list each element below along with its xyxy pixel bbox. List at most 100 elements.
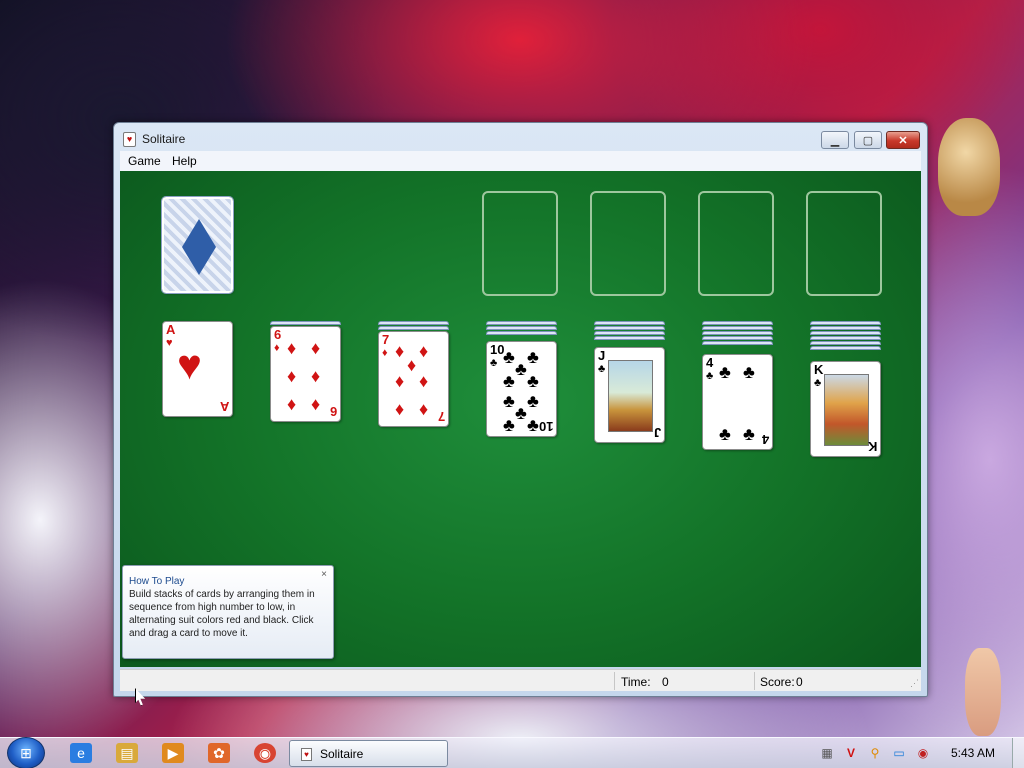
media-player-glyph: ▶: [167, 744, 179, 761]
tray-antivirus-icon[interactable]: V: [843, 746, 859, 760]
card-suit-icon: ♣: [598, 363, 606, 375]
club-icon: ♣: [503, 391, 515, 411]
status-divider: [614, 672, 615, 690]
menu-game[interactable]: Game: [128, 154, 161, 168]
show-desktop-button[interactable]: [1012, 738, 1024, 768]
tableau-card-seven-diamonds[interactable]: 7 ♦ ♦ ♦ ♦ ♦ ♦ ♦ ♦ 7: [378, 331, 449, 427]
close-button[interactable]: ✕: [886, 131, 920, 149]
tableau-card-six-diamonds[interactable]: 6 ♦ ♦ ♦ ♦ ♦ ♦ ♦ 6: [270, 326, 341, 422]
status-divider: [754, 672, 755, 690]
tableau-card-ten-clubs[interactable]: 10 ♣ ♣ ♣ ♣ ♣ ♣ ♣ ♣ ♣ ♣ ♣ 10: [486, 341, 557, 437]
face-down-card: [702, 326, 773, 330]
start-button[interactable]: ⊞: [7, 737, 45, 768]
diamond-icon: ♦: [395, 371, 405, 391]
foundation-slot[interactable]: [590, 191, 666, 296]
face-down-card: [270, 321, 341, 325]
face-down-card: [594, 326, 665, 330]
diamond-icon: ♦: [419, 371, 429, 391]
tableau-card-jack-clubs[interactable]: J ♣ J: [594, 347, 665, 443]
tip-title: How To Play: [129, 576, 185, 587]
face-down-card: [486, 326, 557, 330]
file-explorer-icon[interactable]: ▤: [116, 743, 138, 763]
card-rank: 6: [274, 327, 282, 342]
card-rank: 4: [706, 355, 714, 370]
face-down-card: [702, 331, 773, 335]
card-suit-icon: ♥: [166, 337, 173, 349]
hamster-desktop-pet: [938, 118, 1000, 216]
card-rank-bottom: 4: [761, 432, 769, 447]
club-icon: ♣: [503, 415, 515, 435]
face-down-card: [810, 341, 881, 345]
card-rank-bottom: K: [867, 439, 877, 454]
diamond-icon: ♦: [287, 366, 297, 386]
window-title: Solitaire: [142, 132, 186, 146]
app-glyph: ✿: [213, 744, 225, 761]
club-icon: ♣: [719, 424, 731, 444]
tray-app-icon[interactable]: ▦: [819, 746, 835, 760]
title-bar[interactable]: ♥ Solitaire ▁ ▢ ✕: [114, 123, 927, 153]
card-rank: J: [598, 348, 606, 363]
maximize-button[interactable]: ▢: [854, 131, 882, 149]
diamond-icon: ♦: [419, 341, 429, 361]
diamond-icon: ♦: [311, 394, 321, 414]
face-down-card: [378, 321, 449, 325]
internet-explorer-icon[interactable]: e: [70, 743, 92, 763]
card-rank: A: [166, 322, 176, 337]
dancer-desktop-pet: [965, 648, 1001, 736]
card-suit-icon: ♣: [490, 357, 498, 369]
tableau-card-ace-hearts[interactable]: A ♥ ♥ A: [162, 321, 233, 417]
tip-close-icon[interactable]: ×: [321, 569, 327, 580]
tableau-card-king-clubs[interactable]: K ♣ K: [810, 361, 881, 457]
club-icon: ♣: [527, 391, 539, 411]
card-rank: K: [814, 362, 824, 377]
solitaire-task-icon: ♥: [301, 748, 312, 761]
app-icon[interactable]: ✿: [208, 743, 230, 763]
media-player-icon[interactable]: ▶: [162, 743, 184, 763]
club-icon: ♣: [527, 347, 539, 367]
card-rank-bottom: 10: [538, 419, 553, 434]
foundation-slot[interactable]: [698, 191, 774, 296]
internet-explorer-glyph: e: [77, 745, 85, 761]
stock-pile[interactable]: [161, 196, 234, 294]
face-down-card: [594, 321, 665, 325]
diamond-icon: ♦: [419, 399, 429, 419]
menu-bar: Game Help: [120, 151, 921, 171]
how-to-play-tip: × How To Play Build stacks of cards by a…: [122, 565, 334, 659]
foundation-slot[interactable]: [806, 191, 882, 296]
heart-icon: ♥: [177, 341, 202, 388]
close-icon: ✕: [898, 134, 908, 147]
card-rank-bottom: 7: [437, 409, 445, 424]
foundation-slot[interactable]: [482, 191, 558, 296]
taskbar-clock[interactable]: 5:43 AM: [951, 746, 995, 760]
diamond-icon: ♦: [407, 355, 417, 375]
menu-help[interactable]: Help: [172, 154, 197, 168]
face-down-card: [810, 336, 881, 340]
card-suit-icon: ♦: [382, 347, 388, 359]
taskbar-task-label: Solitaire: [320, 747, 364, 761]
club-icon: ♣: [515, 359, 527, 379]
club-icon: ♣: [527, 415, 539, 435]
tray-search-icon[interactable]: ⚲: [867, 746, 883, 760]
score-label: Score:: [760, 675, 795, 689]
diamond-icon: ♦: [395, 399, 405, 419]
solitaire-app-icon: ♥: [123, 132, 136, 147]
diamond-icon: ♦: [287, 338, 297, 358]
diamond-icon: ♦: [287, 394, 297, 414]
chrome-icon[interactable]: ◉: [254, 743, 276, 763]
card-rank-bottom: J: [653, 425, 661, 440]
card-rank-bottom: A: [219, 399, 229, 414]
tip-body: Build stacks of cards by arranging them …: [129, 589, 315, 639]
tray-network-icon[interactable]: ▭: [891, 746, 907, 760]
club-icon: ♣: [743, 424, 755, 444]
resize-grip[interactable]: ⋰: [910, 678, 919, 689]
minimize-button[interactable]: ▁: [821, 131, 849, 149]
tableau-card-four-clubs[interactable]: 4 ♣ ♣ ♣ ♣ ♣ 4: [702, 354, 773, 450]
chrome-glyph: ◉: [258, 744, 272, 761]
card-rank: 7: [382, 332, 390, 347]
taskbar-solitaire-button[interactable]: ♥ Solitaire: [289, 740, 448, 767]
tray-volume-icon[interactable]: ◉: [915, 746, 931, 760]
card-suit-icon: ♦: [274, 342, 280, 354]
jack-face-artwork: [608, 360, 653, 432]
face-down-card: [486, 321, 557, 325]
face-down-card: [702, 321, 773, 325]
